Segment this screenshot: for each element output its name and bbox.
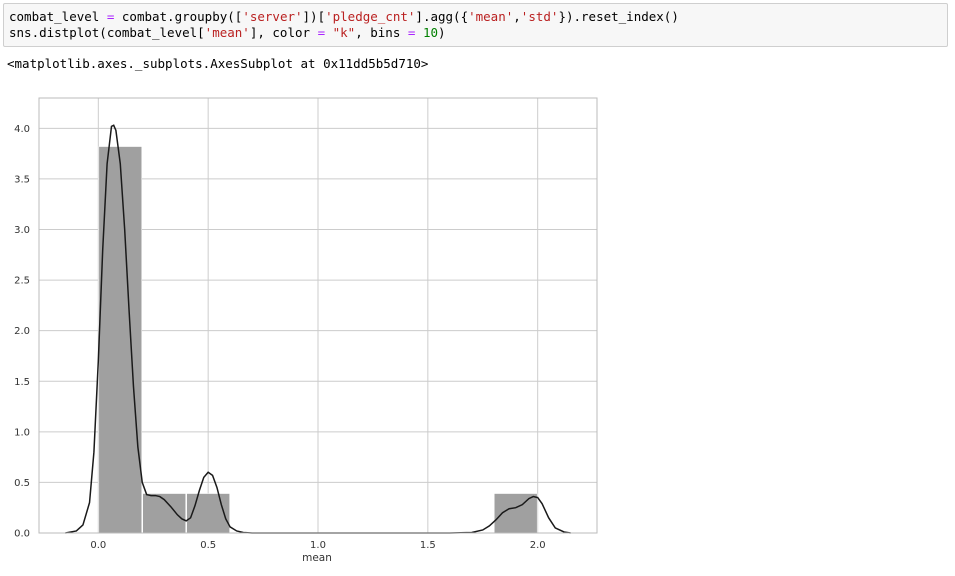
y-tick-label: 3.5: [14, 174, 30, 185]
histogram-bar: [493, 493, 538, 534]
x-tick-label: 1.5: [420, 540, 436, 551]
x-tick-label: 0.5: [200, 540, 216, 551]
y-tick-label: 1.5: [14, 377, 30, 388]
tick-layer: 0.0 0.5 1.0 1.5 2.0 0.0 0.5 1.0 1.5 2.0 2.5 3.0 3.5 4…: [14, 124, 546, 551]
output-text: <matplotlib.axes._subplots.AxesSubplot a…: [7, 56, 429, 71]
x-tick-label: 0.0: [90, 540, 106, 551]
code-line-1: combat_level = combat.groupby(['server']…: [9, 9, 679, 24]
y-tick-label: 0.0: [14, 529, 30, 540]
x-tick-label: 1.0: [310, 540, 326, 551]
x-tick-label: 2.0: [530, 540, 546, 551]
y-tick-label: 1.0: [14, 427, 30, 438]
x-axis-label: mean: [302, 552, 332, 564]
y-tick-label: 2.5: [14, 276, 30, 287]
histogram-bar: [186, 493, 230, 534]
y-tick-label: 4.0: [14, 124, 30, 135]
distplot-chart: 0.0 0.5 1.0 1.5 2.0 0.0 0.5 1.0 1.5 2.0 2.5 3.0 3.5 4…: [14, 97, 598, 564]
code-line-2: sns.distplot(combat_level['mean'], color…: [9, 25, 446, 40]
y-tick-label: 2.0: [14, 326, 30, 337]
y-tick-label: 0.5: [14, 478, 30, 489]
code-cell[interactable]: combat_level = combat.groupby(['server']…: [3, 3, 948, 47]
y-tick-label: 3.0: [14, 225, 30, 236]
